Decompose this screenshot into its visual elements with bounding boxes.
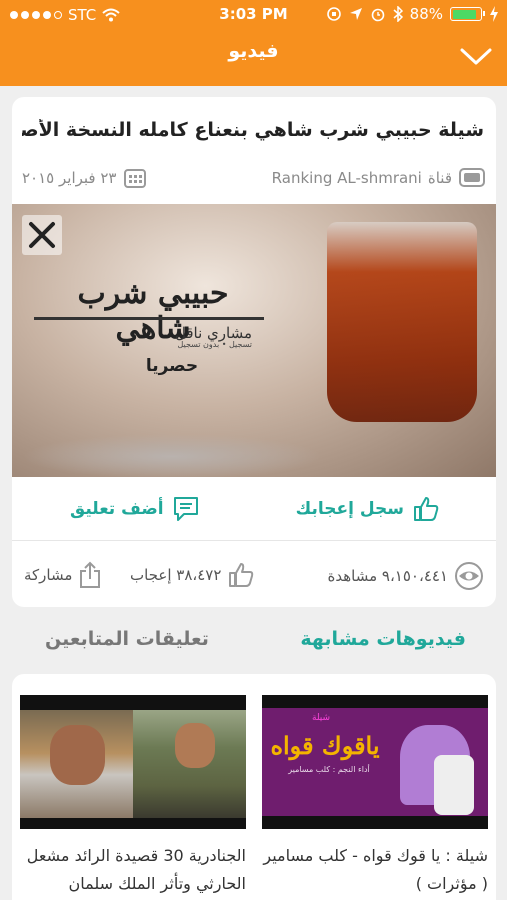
upload-date: ٢٣ فبراير ٢٠١٥	[22, 167, 147, 189]
thumb-top-label: شيلة	[312, 713, 331, 723]
views-stat: ٩،١٥٠،٤٤١ مشاهدة	[328, 561, 485, 591]
lock-rotation-icon	[326, 7, 341, 21]
cartoon-figure-secondary	[434, 755, 474, 815]
page-title: فيديو	[228, 40, 279, 62]
video-player[interactable]: حبيبي شرب شاهي مشاري ناقل تسجيل • بدون ت…	[12, 204, 496, 477]
bluetooth-icon	[393, 6, 403, 22]
tv-icon	[459, 168, 485, 187]
channel-prefix: قناة	[427, 169, 452, 187]
likes-stat: ٣٨،٤٧٢ إعجاب	[130, 561, 255, 589]
add-comment-button[interactable]: أضف تعليق	[70, 495, 200, 523]
person-image	[50, 725, 105, 785]
likes-count: ٣٨،٤٧٢ إعجاب	[130, 566, 222, 584]
calendar-icon	[123, 169, 146, 188]
thumb-title: ياقوك قواه	[270, 731, 380, 760]
thumbs-up-outline-icon	[229, 563, 254, 587]
channel-info[interactable]: قناة Ranking AL-shmrani	[272, 167, 486, 189]
close-icon	[29, 222, 55, 248]
tea-glass-image	[327, 222, 477, 422]
comment-icon	[173, 497, 198, 521]
thumb-small-label: أداء النجم : كلب مسامير	[288, 765, 370, 774]
alarm-icon	[371, 8, 384, 22]
related-video-thumbnail[interactable]	[20, 695, 246, 829]
charging-icon	[490, 6, 498, 22]
related-videos-card: شيلة ياقوك قواه أداء النجم : كلب مسامير …	[12, 674, 496, 900]
app-header: STC 3:03 PM 88% فيديو	[0, 0, 507, 86]
share-button[interactable]: مشاركة	[24, 561, 102, 589]
battery-percent: 88%	[409, 5, 443, 23]
channel-name: Ranking AL-shmrani	[271, 169, 422, 187]
like-button[interactable]: سجل إعجابك	[296, 495, 440, 523]
like-label: سجل إعجابك	[295, 499, 404, 519]
person-image	[175, 723, 215, 768]
related-video-title[interactable]: شيلة : يا قوك قواه - كلب مسامير ( مؤثرات…	[262, 842, 488, 898]
video-title: شيلة حبيبي شرب شاهي بنعناع كامله النسخة …	[22, 119, 484, 141]
thumbs-up-icon	[414, 497, 439, 521]
comment-label: أضف تعليق	[70, 499, 164, 519]
thumbnail-small-text: تسجيل • بدون تسجيل	[177, 340, 252, 349]
eye-icon	[455, 562, 483, 590]
video-card: شيلة حبيبي شرب شاهي بنعناع كامله النسخة …	[12, 97, 496, 607]
thumbnail-divider	[34, 317, 264, 320]
chevron-down-icon[interactable]	[459, 44, 493, 68]
video-meta: قناة Ranking AL-shmrani ٢٣ فبراير ٢٠١٥	[12, 167, 496, 193]
action-bar: سجل إعجابك أضف تعليق	[12, 477, 496, 541]
close-button[interactable]	[22, 215, 62, 255]
tab-bar: فيديوهات مشابهة تعليقات المتابعين	[0, 610, 507, 670]
date-text: ٢٣ فبراير ٢٠١٥	[22, 169, 117, 187]
share-icon	[80, 561, 101, 588]
status-right: 88%	[326, 5, 499, 23]
battery-icon	[450, 7, 485, 21]
tab-similar-videos[interactable]: فيديوهات مشابهة	[300, 628, 466, 650]
related-video-thumbnail[interactable]: شيلة ياقوك قواه أداء النجم : كلب مسامير	[262, 695, 488, 829]
related-video-title[interactable]: الجنادرية 30 قصيدة الرائد مشعل الحارثي و…	[20, 842, 246, 898]
background-blur	[22, 434, 322, 477]
share-label: مشاركة	[24, 566, 73, 584]
stats-bar: ٩،١٥٠،٤٤١ مشاهدة ٣٨،٤٧٢ إعجاب مشاركة	[12, 543, 496, 607]
thumbnail-exclusive: حصريا	[145, 356, 199, 376]
status-bar: STC 3:03 PM 88%	[0, 0, 507, 30]
tab-follower-comments[interactable]: تعليقات المتابعين	[45, 628, 209, 650]
battery-fill	[452, 9, 477, 19]
location-icon	[349, 8, 362, 20]
views-count: ٩،١٥٠،٤٤١ مشاهدة	[327, 567, 449, 585]
